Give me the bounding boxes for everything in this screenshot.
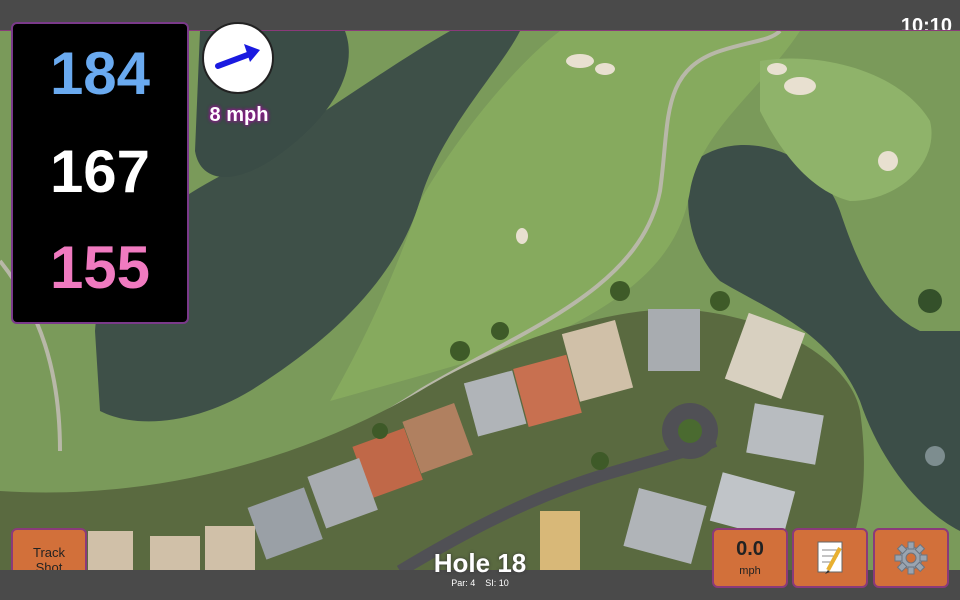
shot-speed-value: 0.0 — [736, 538, 764, 560]
gear-icon — [894, 541, 928, 575]
hole-info: Par: 4 SI: 10 — [400, 578, 560, 588]
distance-panel: 184 167 155 — [11, 22, 189, 324]
wind-arrow-icon — [215, 44, 260, 69]
notepad-icon — [817, 541, 843, 574]
hole-title: Hole 18 — [433, 548, 527, 578]
track-shot-label-1: Track — [32, 545, 66, 560]
si-label: SI: 10 — [485, 578, 509, 588]
wind-speed: 8 mph — [209, 104, 269, 126]
distance-middle: 167 — [49, 138, 151, 205]
settings-button[interactable] — [873, 528, 949, 588]
wind-indicator — [202, 22, 274, 94]
distance-back: 184 — [49, 40, 151, 107]
shot-speed-button[interactable]: 0.0 mph — [712, 528, 788, 588]
notes-button[interactable] — [792, 528, 868, 588]
distance-front: 155 — [49, 234, 151, 301]
shot-speed-unit: mph — [739, 565, 761, 577]
par-label: Par: 4 — [451, 578, 476, 588]
